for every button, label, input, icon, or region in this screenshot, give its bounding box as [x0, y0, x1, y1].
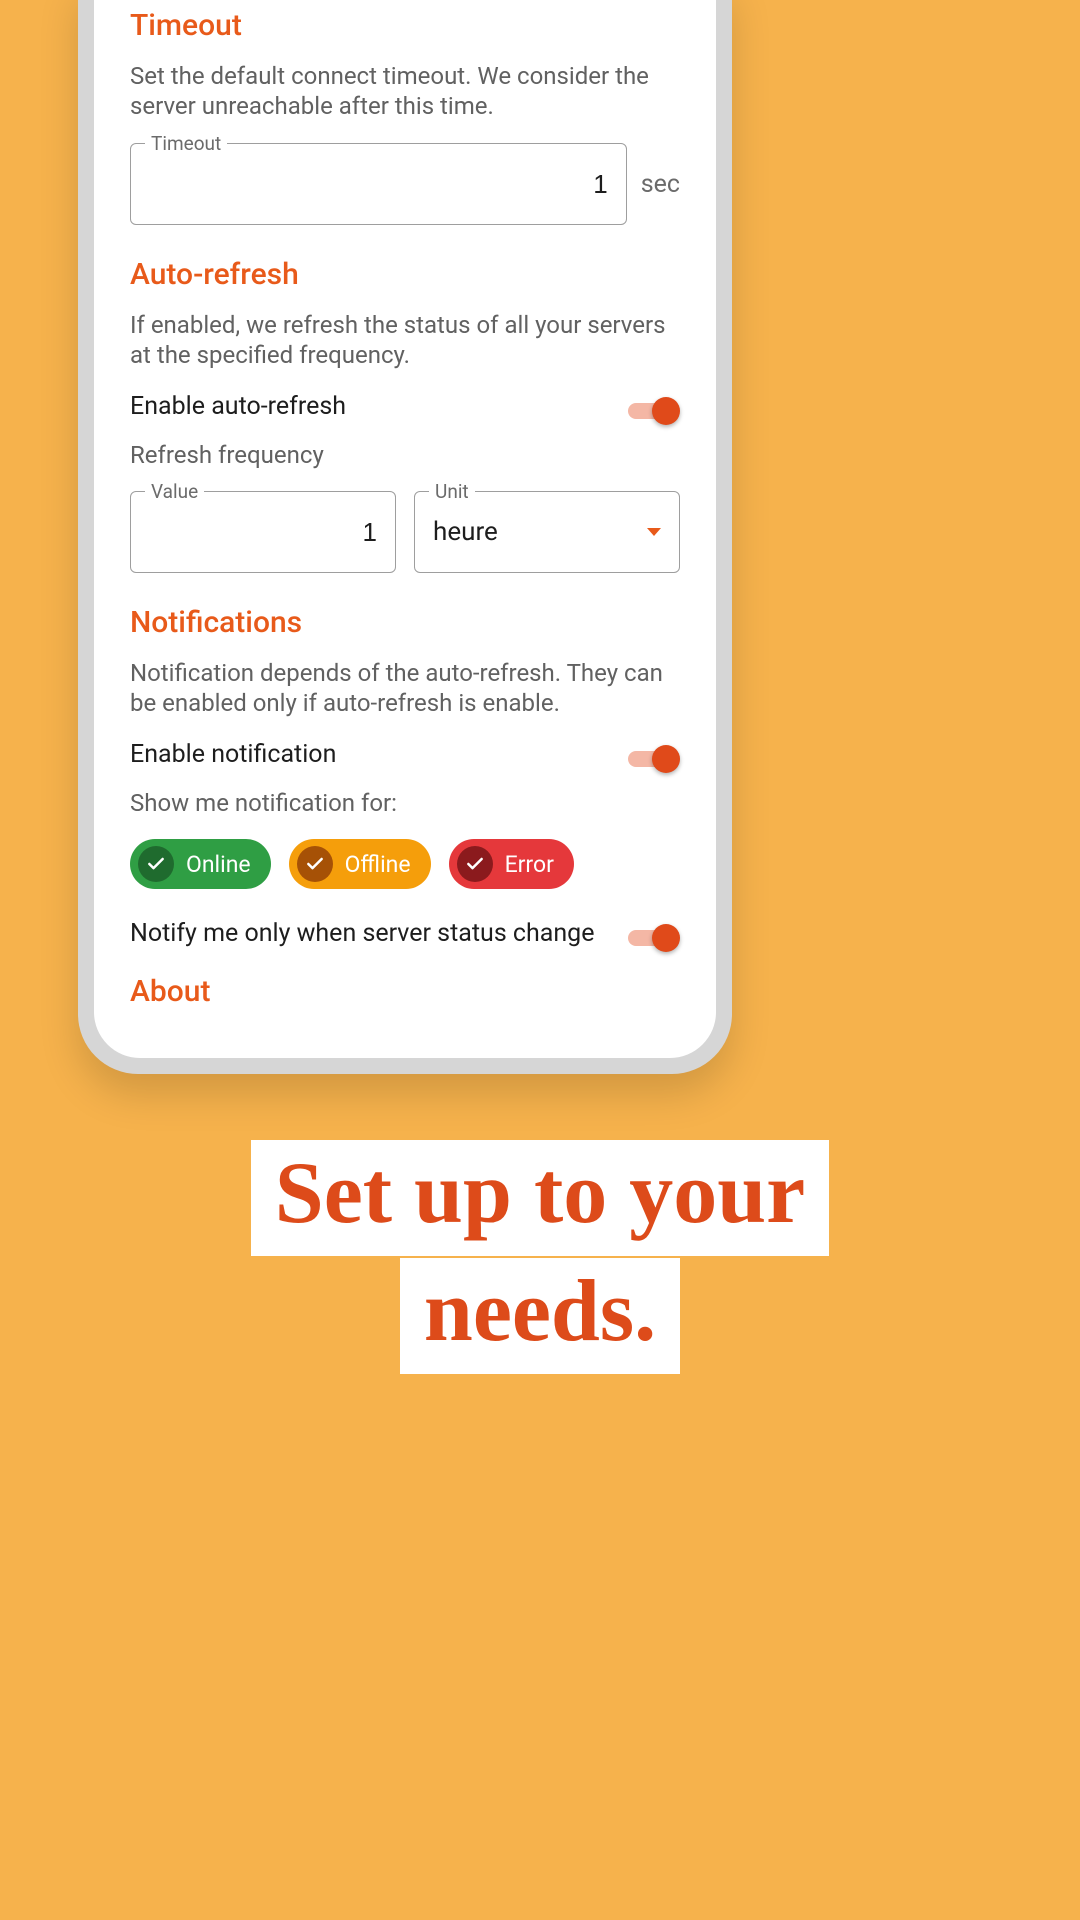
refresh-unit-label: Unit	[429, 480, 475, 503]
phone-frame: Timeout Set the default connect timeout.…	[78, 0, 732, 1074]
promo-line-2: needs.	[0, 1258, 1080, 1374]
timeout-input[interactable]	[149, 169, 608, 200]
refresh-value-label: Value	[145, 480, 204, 503]
notification-enable-row: Enable notification	[130, 740, 680, 769]
chevron-down-icon	[647, 528, 661, 536]
notify-onchange-label: Notify me only when server status change	[130, 919, 594, 948]
refresh-value-field[interactable]: Value	[130, 491, 396, 573]
refresh-unit-value: heure	[433, 517, 498, 547]
timeout-desc: Set the default connect timeout. We cons…	[130, 61, 680, 121]
check-icon	[138, 846, 174, 882]
timeout-field[interactable]: Timeout	[130, 143, 627, 225]
timeout-field-label: Timeout	[145, 132, 227, 155]
refresh-unit-select[interactable]: Unit heure	[414, 491, 680, 573]
chip-online-label: Online	[186, 851, 251, 878]
notification-enable-label: Enable notification	[130, 740, 336, 769]
autorefresh-enable-row: Enable auto-refresh	[130, 392, 680, 421]
promo-line-1: Set up to your	[0, 1140, 1080, 1256]
about-section: About	[130, 974, 680, 1009]
notifications-section: Notifications Notification depends of th…	[130, 605, 680, 948]
show-notification-for-label: Show me notification for:	[130, 789, 680, 817]
notifications-desc: Notification depends of the auto-refresh…	[130, 658, 680, 718]
notifications-title: Notifications	[130, 605, 680, 640]
autorefresh-toggle[interactable]	[628, 397, 680, 417]
chip-offline-label: Offline	[345, 851, 411, 878]
chip-error[interactable]: Error	[449, 839, 574, 889]
timeout-section: Timeout Set the default connect timeout.…	[130, 8, 680, 225]
timeout-title: Timeout	[130, 8, 680, 43]
autorefresh-desc: If enabled, we refresh the status of all…	[130, 310, 680, 370]
refresh-value-input[interactable]	[149, 517, 377, 548]
chip-offline[interactable]: Offline	[289, 839, 431, 889]
notify-onchange-row: Notify me only when server status change	[130, 919, 680, 948]
about-title: About	[130, 974, 680, 1009]
notification-toggle[interactable]	[628, 745, 680, 765]
autorefresh-title: Auto-refresh	[130, 257, 680, 292]
notify-onchange-toggle[interactable]	[628, 924, 680, 944]
settings-screen: Timeout Set the default connect timeout.…	[94, 0, 716, 1058]
check-icon	[297, 846, 333, 882]
notification-chip-row: Online Offline Error	[130, 839, 680, 889]
autorefresh-section: Auto-refresh If enabled, we refresh the …	[130, 257, 680, 573]
autorefresh-enable-label: Enable auto-refresh	[130, 392, 346, 421]
chip-error-label: Error	[505, 851, 554, 878]
timeout-unit-suffix: sec	[641, 170, 680, 199]
refresh-frequency-label: Refresh frequency	[130, 441, 680, 469]
check-icon	[457, 846, 493, 882]
chip-online[interactable]: Online	[130, 839, 271, 889]
